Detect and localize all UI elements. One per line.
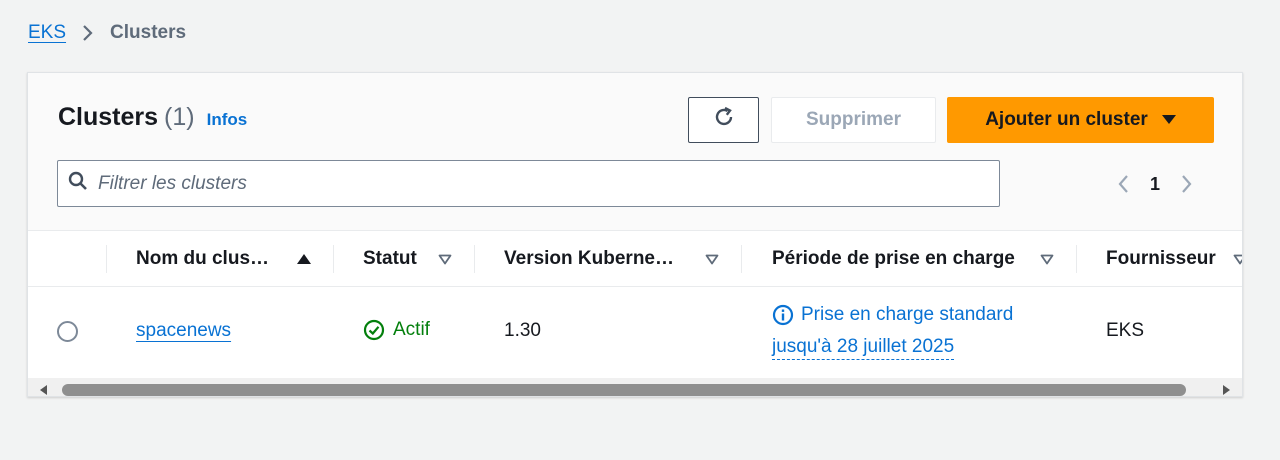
status-check-icon — [363, 319, 385, 341]
horizontal-scrollbar[interactable] — [28, 378, 1242, 396]
add-cluster-label: Ajouter un cluster — [985, 109, 1148, 130]
support-text-line2: jusqu'à 28 juillet 2025 — [772, 336, 955, 360]
page-title: Clusters (1) Infos — [58, 103, 247, 132]
caret-down-icon — [1161, 112, 1176, 128]
breadcrumb-link-eks[interactable]: EKS — [28, 22, 66, 44]
sort-descending-icon[interactable] — [705, 231, 719, 287]
column-divider — [106, 245, 107, 273]
pagination: 1 — [1108, 169, 1202, 199]
column-header-version[interactable]: Version Kuberne… — [504, 231, 674, 287]
table-row: spacenews Actif 1.30 Prise en charge sta… — [28, 287, 1242, 379]
scroll-left-arrow-icon[interactable] — [38, 384, 50, 396]
provider-value: EKS — [1106, 320, 1145, 341]
refresh-button[interactable] — [688, 97, 759, 143]
add-cluster-button[interactable]: Ajouter un cluster — [947, 97, 1214, 143]
row-select-radio[interactable] — [57, 321, 78, 342]
title-text: Clusters — [58, 103, 159, 131]
delete-button[interactable]: Supprimer — [771, 97, 936, 143]
filter-input[interactable] — [98, 172, 978, 195]
sort-descending-icon[interactable] — [1233, 231, 1242, 287]
support-text-line1: Prise en charge standard — [801, 304, 1014, 325]
support-period-link[interactable]: Prise en charge standard jusqu'à 28 juil… — [772, 299, 1013, 363]
kubernetes-version: 1.30 — [504, 320, 541, 341]
info-link[interactable]: Infos — [207, 110, 248, 130]
filter-field — [57, 160, 1000, 207]
cluster-count: (1) — [164, 103, 195, 131]
column-header-support[interactable]: Période de prise en charge — [772, 231, 1015, 287]
chevron-left-icon[interactable] — [1108, 169, 1138, 199]
sort-descending-icon[interactable] — [438, 231, 452, 287]
table-header: Nom du clus… Statut Version Kuberne… Pér… — [28, 231, 1242, 287]
search-icon — [68, 171, 88, 196]
status-badge: Actif — [363, 319, 430, 341]
status-text: Actif — [393, 319, 430, 340]
column-divider — [741, 245, 742, 273]
column-divider — [333, 245, 334, 273]
refresh-icon — [712, 105, 736, 135]
column-divider — [1076, 245, 1077, 273]
sort-descending-icon[interactable] — [1040, 231, 1054, 287]
cluster-name-link[interactable]: spacenews — [136, 320, 231, 342]
info-icon — [772, 304, 794, 326]
scroll-right-arrow-icon[interactable] — [1220, 384, 1232, 396]
panel-header: Clusters (1) Infos Supprimer Ajouter un … — [28, 73, 1242, 231]
chevron-right-icon — [82, 24, 94, 42]
breadcrumb: EKS Clusters — [28, 20, 186, 46]
chevron-right-icon[interactable] — [1172, 169, 1202, 199]
scrollbar-thumb[interactable] — [62, 384, 1186, 396]
page-number[interactable]: 1 — [1138, 174, 1172, 195]
sort-ascending-icon[interactable] — [296, 231, 312, 287]
breadcrumb-current: Clusters — [110, 22, 187, 43]
clusters-panel: Clusters (1) Infos Supprimer Ajouter un … — [27, 72, 1243, 397]
column-header-name[interactable]: Nom du clus… — [136, 231, 269, 287]
column-divider — [474, 245, 475, 273]
column-header-status[interactable]: Statut — [363, 231, 417, 287]
column-header-provider[interactable]: Fournisseur — [1106, 231, 1216, 287]
